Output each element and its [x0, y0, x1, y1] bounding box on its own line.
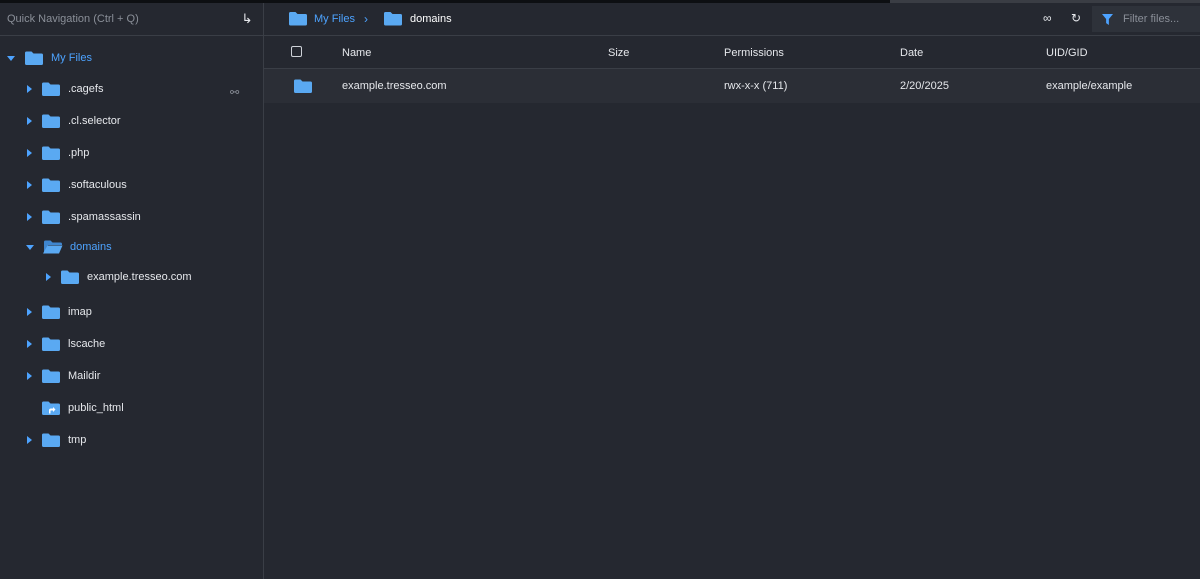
caret-right-icon[interactable] — [27, 308, 32, 316]
folder-icon — [42, 114, 60, 128]
folder-icon — [42, 210, 60, 224]
table-row[interactable]: example.tresseo.com rwx-x-x (711) 2/20/2… — [264, 69, 1200, 103]
link-icon[interactable]: ∞ — [1043, 11, 1052, 25]
quick-navigation-bar: ↳ — [0, 3, 263, 36]
file-browser: My Files › domains ∞ ↻ Name Size Permiss… — [264, 3, 1200, 579]
breadcrumb-current[interactable]: domains — [383, 10, 452, 27]
caret-right-icon[interactable] — [27, 213, 32, 221]
folder-icon — [289, 12, 307, 26]
breadcrumb-root[interactable]: My Files — [288, 10, 355, 27]
tree-root-my-files[interactable]: My Files — [7, 47, 92, 69]
toolbar: My Files › domains ∞ ↻ — [264, 3, 1200, 36]
quick-navigation-input[interactable] — [5, 12, 239, 26]
caret-right-icon[interactable] — [27, 149, 32, 157]
folder-icon — [42, 305, 60, 319]
folder-icon — [42, 82, 60, 96]
column-uid-gid[interactable]: UID/GID — [1046, 47, 1088, 59]
tree-item-label: .php — [68, 147, 90, 159]
tree-item-label: .softaculous — [68, 179, 127, 191]
tree-item-cagefs[interactable]: .cagefs — [27, 78, 103, 100]
column-permissions[interactable]: Permissions — [724, 47, 784, 59]
folder-icon — [25, 51, 43, 65]
tree-item-label: lscache — [68, 338, 106, 350]
select-all-checkbox[interactable] — [291, 46, 302, 57]
column-name[interactable]: Name — [342, 47, 371, 59]
filter-input[interactable] — [1121, 12, 1195, 26]
folder-open-icon — [43, 240, 63, 254]
caret-right-icon[interactable] — [27, 436, 32, 444]
tree-item-cl-selector[interactable]: .cl.selector — [27, 110, 121, 132]
tree-item-label: imap — [68, 306, 92, 318]
folder-icon — [42, 369, 60, 383]
tree-item-example-tresseo[interactable]: example.tresseo.com — [46, 266, 192, 288]
tree-item-domains[interactable]: domains — [26, 236, 112, 258]
cell-permissions: rwx-x-x (711) — [724, 80, 788, 92]
caret-right-icon[interactable] — [27, 85, 32, 93]
tree-item-label: tmp — [68, 434, 87, 446]
sidebar: ↳ My Files ⚯ .cagefs .cl.selector .php — [0, 3, 264, 579]
tree-item-label: Maildir — [68, 370, 101, 382]
caret-right-icon[interactable] — [27, 117, 32, 125]
folder-icon — [294, 79, 312, 93]
table-header: Name Size Permissions Date UID/GID — [264, 36, 1200, 69]
tree-item-softaculous[interactable]: .softaculous — [27, 174, 127, 196]
tree-root-label: My Files — [51, 52, 92, 64]
cell-date: 2/20/2025 — [900, 80, 949, 92]
tree-item-maildir[interactable]: Maildir — [27, 365, 100, 387]
tree-item-label: .cagefs — [68, 83, 104, 95]
folder-icon — [61, 270, 79, 284]
folder-link-icon — [42, 401, 60, 415]
breadcrumb-root-label: My Files — [314, 12, 355, 25]
cell-name: example.tresseo.com — [342, 80, 447, 92]
filter-icon[interactable] — [1102, 13, 1113, 25]
tree-item-label: domains — [70, 241, 112, 253]
tree-item-label: .cl.selector — [68, 115, 121, 127]
tree-item-label: public_html — [68, 402, 124, 414]
breadcrumb-current-label: domains — [410, 12, 452, 25]
chevron-right-icon: › — [364, 12, 368, 26]
folder-icon — [42, 146, 60, 160]
caret-right-icon[interactable] — [46, 273, 51, 281]
tree-options-icon[interactable]: ⚯ — [230, 86, 239, 99]
tree-item-label: .spamassassin — [68, 211, 141, 223]
caret-right-icon[interactable] — [27, 340, 32, 348]
tree-item-imap[interactable]: imap — [27, 301, 92, 323]
tree-item-php[interactable]: .php — [27, 142, 89, 164]
cell-uid-gid: example/example — [1046, 80, 1133, 92]
folder-icon — [42, 178, 60, 192]
tree-item-label: example.tresseo.com — [87, 271, 192, 283]
caret-right-icon[interactable] — [27, 372, 32, 380]
folder-icon — [384, 12, 402, 26]
filter-box — [1092, 6, 1200, 32]
refresh-icon[interactable]: ↻ — [1071, 11, 1081, 25]
tree-item-lscache[interactable]: lscache — [27, 333, 105, 355]
enter-icon[interactable]: ↳ — [239, 11, 255, 27]
folder-icon — [42, 433, 60, 447]
column-date[interactable]: Date — [900, 47, 923, 59]
caret-right-icon[interactable] — [27, 181, 32, 189]
tree-item-tmp[interactable]: tmp — [27, 429, 86, 451]
tree-item-spamassassin[interactable]: .spamassassin — [27, 206, 141, 228]
column-size[interactable]: Size — [608, 47, 629, 59]
tree-item-public-html[interactable]: public_html — [27, 397, 124, 419]
folder-icon — [42, 337, 60, 351]
caret-down-icon[interactable] — [7, 55, 15, 61]
caret-down-icon[interactable] — [26, 244, 34, 250]
